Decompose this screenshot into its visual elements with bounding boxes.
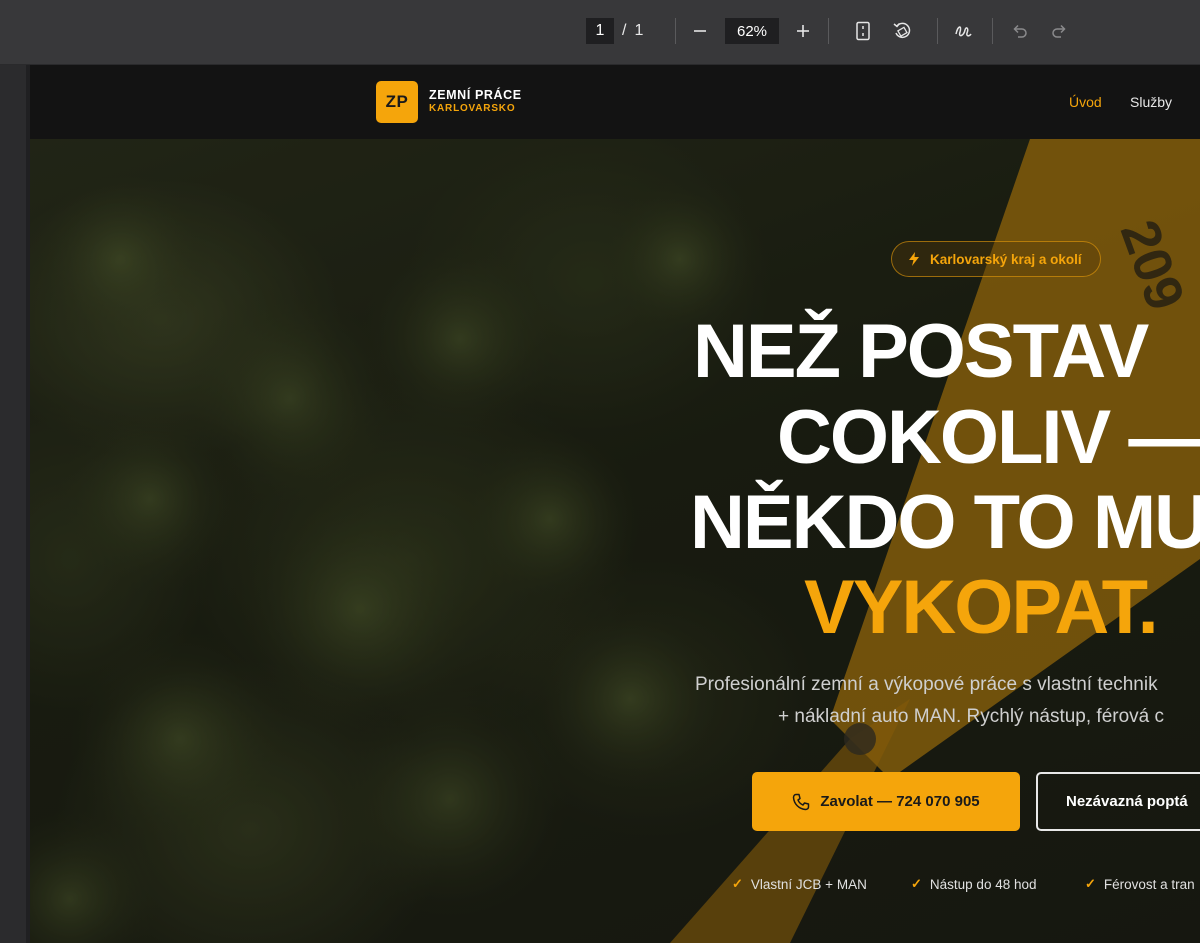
zoom-in-button[interactable]: [788, 16, 818, 46]
inquiry-button[interactable]: Nezávazná poptá: [1036, 772, 1200, 831]
lightning-icon: [909, 252, 919, 266]
phone-icon: [793, 793, 810, 810]
hero-headline-line-4: VYKOPAT.: [804, 565, 1159, 650]
check-icon: ✓: [732, 876, 743, 891]
pdf-page: ZP ZEMNÍ PRÁCE KARLOVARSKO Úvod Služby 2…: [30, 65, 1200, 943]
rotate-button[interactable]: [887, 16, 917, 46]
feature-item: ✓ Férovost a tran: [1085, 876, 1195, 892]
hero-headline-line-3: NĚKDO TO MU: [690, 480, 1200, 565]
undo-icon: [1013, 24, 1027, 38]
feature-label: Nástup do 48 hod: [929, 876, 1037, 892]
page-number-input[interactable]: [586, 18, 614, 44]
rotate-icon: [893, 22, 911, 39]
region-badge: Karlovarský kraj a okolí: [891, 241, 1101, 277]
call-button[interactable]: Zavolat — 724 070 905: [752, 772, 1020, 831]
draw-button[interactable]: [948, 16, 978, 46]
page-indicator: / 1: [586, 18, 643, 44]
check-icon: ✓: [911, 876, 922, 891]
hero-subtitle-line-2: + nákladní auto MAN. Rychlý nástup, féro…: [778, 706, 1165, 727]
call-button-label: Zavolat — 724 070 905: [820, 793, 980, 810]
feature-label: Vlastní JCB + MAN: [750, 876, 867, 892]
zoom-level[interactable]: 62%: [725, 18, 779, 44]
redo-icon: [1052, 24, 1066, 38]
hero-headline-line-1: NEŽ POSTAV: [693, 309, 1149, 394]
draw-icon: [955, 26, 972, 37]
logo-mark[interactable]: ZP: [376, 81, 418, 123]
feature-item: ✓ Vlastní JCB + MAN: [732, 876, 867, 892]
page-total: 1: [634, 22, 644, 39]
nav-item-sluzby[interactable]: Služby: [1130, 94, 1172, 110]
hero-headline-line-2: COKOLIV —: [777, 395, 1200, 480]
feature-label: Férovost a tran: [1103, 876, 1195, 892]
toolbar-divider: [992, 18, 993, 44]
page-separator: /: [622, 22, 627, 39]
feature-item: ✓ Nástup do 48 hod: [911, 876, 1037, 892]
hero-section: 209 Karlovarský kraj a okolí NEŽ POSTAV …: [30, 139, 1200, 943]
pdf-toolbar: / 1 62%: [0, 0, 1200, 65]
inquiry-button-label: Nezávazná poptá: [1066, 793, 1188, 810]
redo-button[interactable]: [1044, 16, 1074, 46]
toolbar-divider: [937, 18, 938, 44]
minus-icon: [694, 30, 706, 32]
toolbar-divider: [675, 18, 676, 44]
site-header: ZP ZEMNÍ PRÁCE KARLOVARSKO Úvod Služby: [30, 65, 1200, 139]
logo-title[interactable]: ZEMNÍ PRÁCE: [429, 88, 522, 102]
fit-page-button[interactable]: [848, 16, 878, 46]
toolbar-divider: [828, 18, 829, 44]
zoom-out-button[interactable]: [685, 16, 715, 46]
undo-button[interactable]: [1005, 16, 1035, 46]
fit-page-icon: [856, 21, 870, 41]
plus-icon: [797, 25, 809, 37]
check-icon: ✓: [1085, 876, 1096, 891]
nav-item-uvod[interactable]: Úvod: [1069, 94, 1102, 110]
logo-subtitle[interactable]: KARLOVARSKO: [429, 103, 515, 114]
hero-subtitle-line-1: Profesionální zemní a výkopové práce s v…: [695, 674, 1158, 695]
viewer-left-rail: [0, 65, 26, 943]
region-badge-label: Karlovarský kraj a okolí: [930, 251, 1082, 267]
